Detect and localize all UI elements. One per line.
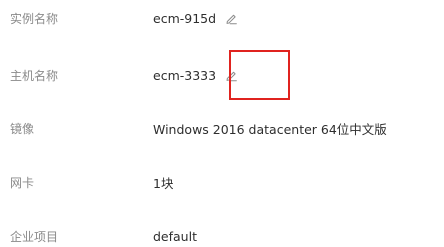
- instance-info-list: 实例名称 ecm-915d 主机名称 ecm-3333 镜像 Windows 2…: [0, 0, 444, 246]
- highlight-box: [229, 50, 290, 100]
- host-name-value: ecm-3333: [153, 67, 217, 83]
- instance-name-value-group: ecm-915d: [153, 11, 238, 26]
- instance-name-label: 实例名称: [10, 11, 59, 26]
- row-enterprise-project: 企业项目 default: [0, 225, 444, 247]
- enterprise-project-label: 企业项目: [10, 229, 59, 244]
- instance-name-value: ecm-915d: [153, 10, 217, 26]
- host-name-value-group: ecm-3333: [153, 68, 238, 83]
- row-host-name: 主机名称 ecm-3333: [0, 64, 444, 86]
- row-image: 镜像 Windows 2016 datacenter 64位中文版: [0, 117, 444, 139]
- image-label: 镜像: [10, 121, 35, 136]
- host-name-label: 主机名称: [10, 68, 59, 83]
- pencil-edit-icon[interactable]: [225, 12, 238, 25]
- row-instance-name: 实例名称 ecm-915d: [0, 7, 444, 29]
- nic-label: 网卡: [10, 175, 35, 190]
- nic-value: 1块: [153, 175, 174, 191]
- enterprise-project-value: default: [153, 228, 197, 244]
- row-nic: 网卡 1块: [0, 171, 444, 193]
- image-value: Windows 2016 datacenter 64位中文版: [153, 121, 387, 137]
